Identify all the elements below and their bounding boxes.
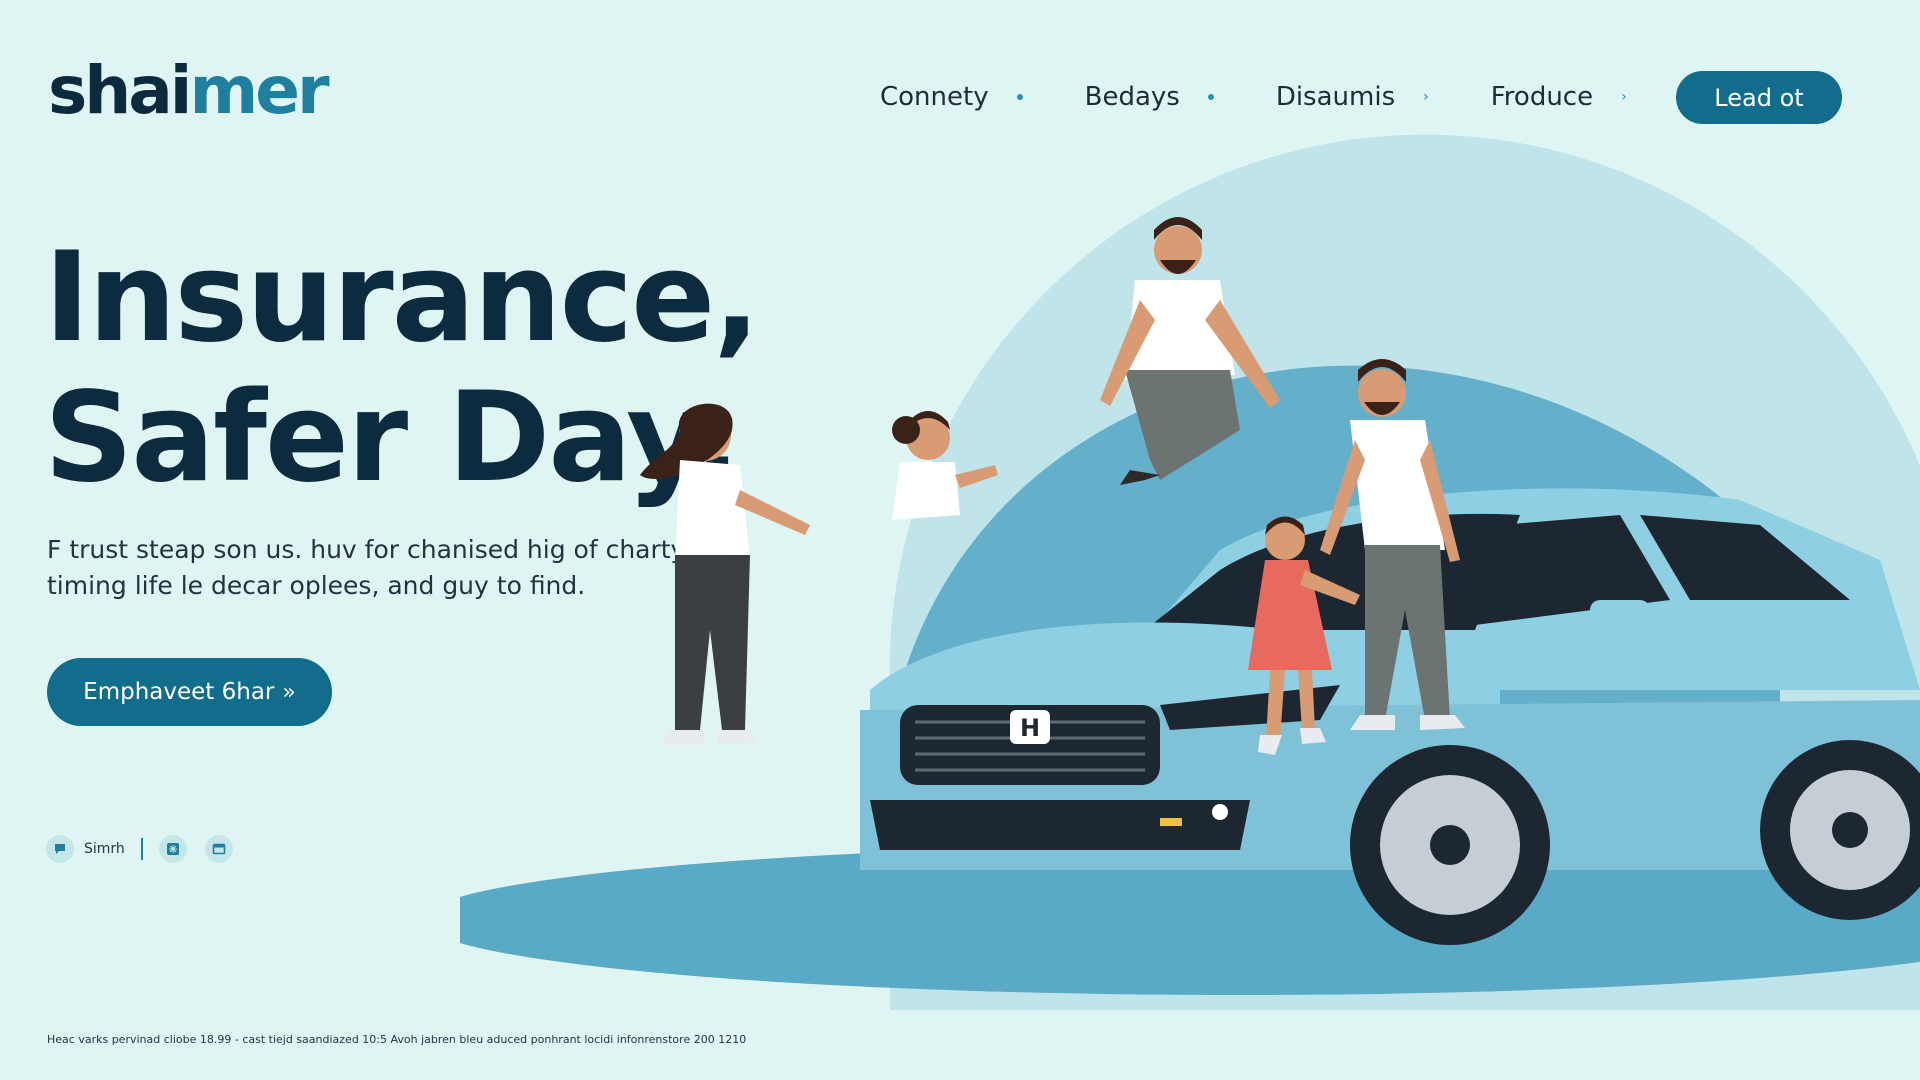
footer-note: Heac varks pervinad cliobe 18.99 - cast … [47, 1033, 747, 1046]
car-foglight [1212, 804, 1228, 820]
main-nav: Connety Bedays Disaumis › Froduce › [880, 76, 1627, 118]
nav-item-disaumis[interactable]: Disaumis › [1276, 82, 1429, 112]
nav-item-label: Froduce [1490, 82, 1594, 112]
chat-icon[interactable] [46, 835, 74, 863]
social-label[interactable]: Simrh [84, 841, 125, 857]
logo-text-dark: shai [48, 52, 192, 129]
chevron-right-icon: › [1621, 89, 1627, 105]
nav-item-label: Disaumis [1275, 82, 1396, 112]
grid-icon[interactable] [158, 835, 187, 863]
double-chevron-right-icon: » [282, 679, 296, 705]
car-bumper [870, 800, 1250, 850]
header-cta-button[interactable]: Lead ot [1676, 71, 1842, 124]
car-side-mirror [1590, 600, 1650, 628]
brand-logo[interactable]: shaimer [48, 58, 330, 124]
family-with-car-illustration: H [460, 134, 1920, 1010]
dot-icon [1207, 94, 1214, 100]
divider [140, 838, 143, 860]
nav-item-froduce[interactable]: Froduce › [1491, 82, 1627, 112]
nav-item-label: Connety [880, 82, 989, 112]
nav-item-bedays[interactable]: Bedays [1085, 82, 1214, 112]
car-indicator [1160, 818, 1182, 826]
woman-figure [640, 403, 810, 745]
logo-text-accent: mer [189, 52, 329, 129]
car-badge-letter: H [1020, 714, 1040, 742]
nav-item-connety[interactable]: Connety [880, 82, 1023, 112]
landing-page: shaimer Connety Bedays Disaumis › Froduc… [0, 0, 1920, 1080]
chevron-right-icon: › [1423, 89, 1429, 105]
window-icon[interactable] [204, 835, 233, 863]
hero-cta-button[interactable]: Emphaveet 6har » [47, 658, 332, 726]
dot-icon [1016, 94, 1023, 100]
nav-item-label: Bedays [1084, 82, 1180, 112]
hero-cta-label: Emphaveet 6har [83, 679, 275, 705]
social-strip: Simrh [46, 835, 251, 863]
